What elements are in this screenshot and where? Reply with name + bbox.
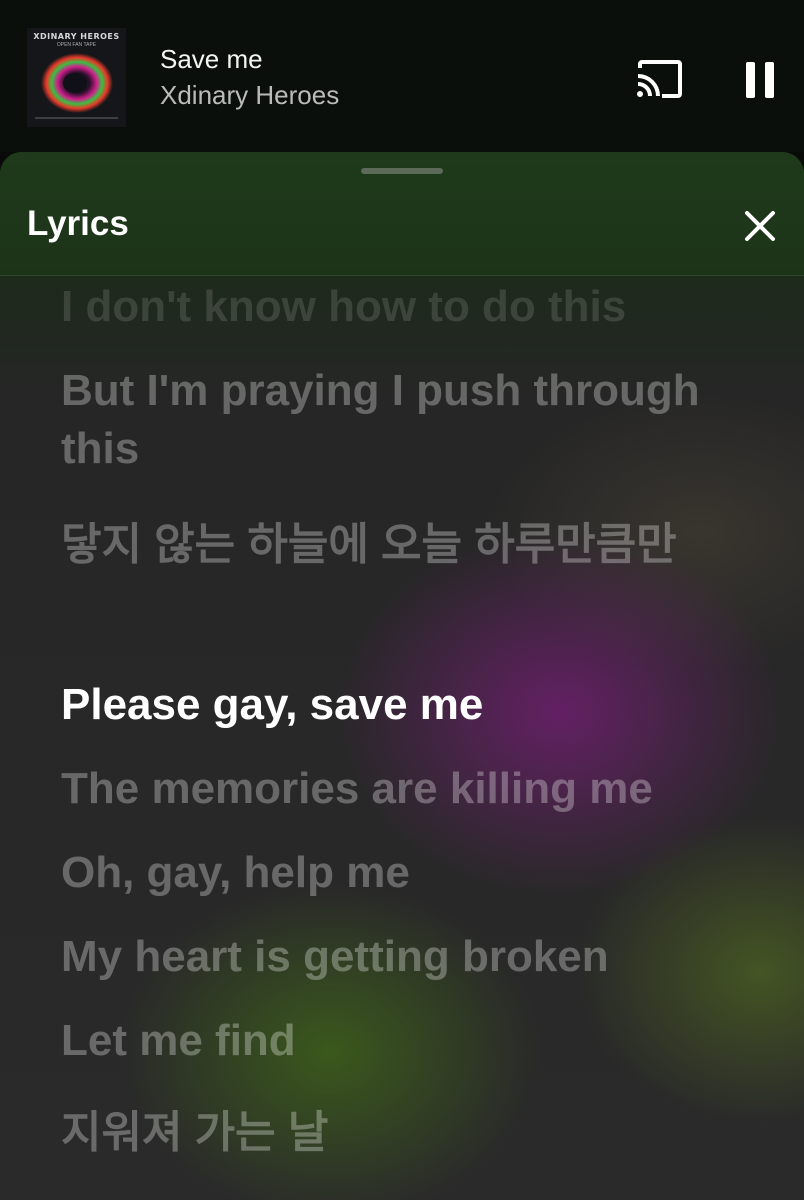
close-button[interactable]: [738, 204, 782, 248]
track-title: Save me: [160, 44, 263, 74]
lyric-line[interactable]: 닿지 않는 하늘에 오늘 하루만큼만: [61, 516, 761, 574]
pause-icon: [746, 62, 774, 98]
album-art-title: XDINARY HEROES: [33, 32, 120, 41]
mini-player[interactable]: XDINARY HEROES OPEN FAN TAPE Save me Xdi…: [0, 0, 804, 152]
lyric-line[interactable]: Let me find: [61, 1012, 761, 1070]
lyrics-title: Lyrics: [27, 204, 129, 243]
drag-handle[interactable]: [361, 168, 443, 174]
cast-button[interactable]: [632, 58, 688, 102]
lyric-line[interactable]: My heart is getting broken: [61, 928, 761, 986]
lyrics-header: Lyrics: [0, 152, 804, 276]
lyrics-list[interactable]: I don't know how to do this But I'm pray…: [61, 276, 761, 1200]
album-art-subtitle: OPEN FAN TAPE: [56, 42, 97, 48]
lyric-line-active[interactable]: Please gay, save me: [61, 676, 761, 734]
cast-icon: [637, 60, 682, 98]
lyric-line[interactable]: But I'm praying I push through this: [61, 362, 761, 478]
lyric-line[interactable]: Oh, gay, help me: [61, 844, 761, 902]
lyric-line[interactable]: I don't know how to do this: [61, 278, 761, 336]
lyric-line[interactable]: The memories are killing me: [61, 760, 761, 818]
album-art[interactable]: XDINARY HEROES OPEN FAN TAPE: [27, 28, 126, 127]
lyrics-sheet: Lyrics I don't know how to do this But I…: [0, 152, 804, 1200]
screen: XDINARY HEROES OPEN FAN TAPE Save me Xdi…: [0, 0, 804, 1200]
pause-button[interactable]: [738, 58, 782, 102]
lyric-line[interactable]: 지워져 가는 날: [61, 1104, 761, 1162]
close-icon: [745, 211, 775, 241]
track-artist: Xdinary Heroes: [160, 80, 340, 110]
